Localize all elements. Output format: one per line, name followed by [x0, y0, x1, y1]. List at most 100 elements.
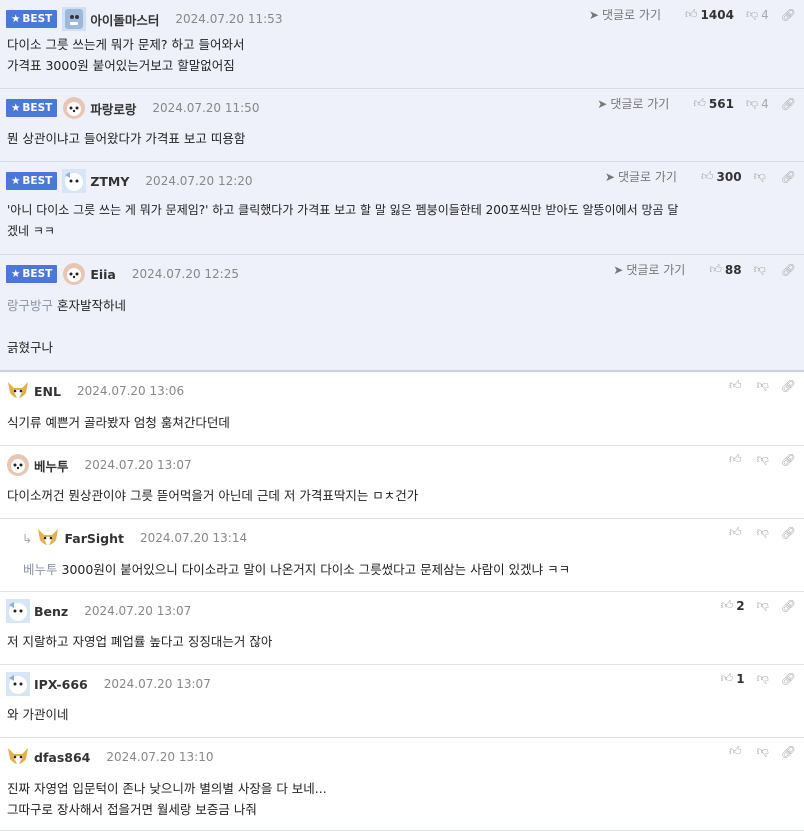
upvote-button[interactable]: 👍︎ 561 [693, 96, 734, 111]
link-icon: 🔗︎ [780, 452, 796, 467]
comment-item: dfas864 2024.07.20 13:10 👍︎ 👎︎ 🔗︎ 진짜 자영업… [0, 738, 804, 831]
share-button[interactable]: 🔗︎ [781, 97, 796, 111]
star-icon: ★ [11, 102, 21, 114]
link-icon: 🔗︎ [780, 525, 796, 540]
arrow-icon: ➤ [604, 169, 615, 184]
downvote-button[interactable]: 👎︎ [757, 744, 769, 759]
thumbs-up-icon: 👍︎ [729, 744, 742, 758]
comment-body: 다이소 그릇 쓰는게 뭐가 문제? 하고 들어와서 가격표 3000원 붙어있는… [7, 37, 245, 73]
comment-body: 베누투 3000원이 붙어있으니 다이소라고 말이 나온거지 다이소 그릇썼다고 … [23, 562, 571, 577]
thumbs-up-icon: 👍︎ [720, 671, 734, 685]
downvote-button[interactable]: 👎︎ 4 [746, 96, 769, 111]
downvote-button[interactable]: 👎︎ 4 [746, 7, 769, 22]
avatar-image [62, 169, 87, 193]
comment-nickname[interactable]: FarSight [64, 531, 124, 546]
comment-nickname[interactable]: IPX-666 [34, 677, 88, 692]
reply-mention[interactable]: 랑구방구 [7, 298, 53, 313]
reply-mention[interactable]: 베누투 [23, 562, 58, 577]
comment-date: 2024.07.20 13:07 [103, 677, 211, 691]
reply-item: ↳ FarSight 2024.07.20 13:14 👍︎ 👎︎ 🔗︎ 베누투… [0, 519, 804, 592]
go-to-reply-link[interactable]: ➤ 댓글로 가기 [605, 168, 677, 185]
share-button[interactable]: 🔗︎ [781, 599, 796, 613]
comment-date: 2024.07.20 13:07 [84, 458, 192, 472]
share-button[interactable]: 🔗︎ [781, 379, 796, 393]
comment-date: 2024.07.20 13:10 [106, 750, 214, 764]
upvote-button[interactable]: 👍︎ [729, 378, 745, 393]
go-to-reply-link[interactable]: ➤ 댓글로 가기 [597, 95, 669, 112]
thumbs-down-icon: 👎︎ [753, 169, 766, 183]
comment-date: 2024.07.20 11:50 [152, 101, 260, 115]
comment-date: 2024.07.20 12:25 [131, 267, 239, 281]
comment-nickname[interactable]: 파랑로랑 [90, 99, 136, 118]
best-badge: ★ BEST [6, 99, 58, 117]
comment-item: Benz 2024.07.20 13:07 👍︎ 2 👎︎ 🔗︎ 저 지랄하고 자… [0, 592, 804, 665]
best-badge: ★ BEST [6, 265, 58, 283]
thumbs-up-icon: 👍︎ [700, 169, 714, 183]
avatar[interactable] [6, 672, 30, 696]
comment-nickname[interactable]: dfas864 [34, 750, 90, 765]
upvote-button[interactable]: 👍︎ 2 [721, 598, 745, 613]
share-button[interactable]: 🔗︎ [781, 745, 796, 759]
thumbs-up-icon: 👍︎ [684, 7, 698, 21]
avatar[interactable] [6, 379, 30, 403]
share-button[interactable]: 🔗︎ [781, 453, 796, 467]
arrow-icon: ➤ [597, 96, 608, 111]
thumbs-down-icon: 👎︎ [745, 96, 759, 110]
avatar[interactable] [62, 169, 87, 193]
comment-nickname[interactable]: 베누투 [34, 456, 69, 475]
downvote-button[interactable]: 👎︎ [757, 525, 769, 540]
link-icon: 🔗︎ [780, 7, 796, 22]
downvote-button[interactable]: 👎︎ [754, 262, 769, 277]
avatar[interactable] [6, 599, 30, 623]
upvote-button[interactable]: 👍︎ 1404 [685, 7, 734, 22]
share-button[interactable]: 🔗︎ [781, 672, 796, 686]
comment-nickname[interactable]: ENL [34, 384, 61, 399]
avatar[interactable] [6, 745, 30, 769]
upvote-button[interactable]: 👍︎ [729, 452, 745, 467]
comment-body: 와 가관이네 [7, 707, 69, 722]
thumbs-up-icon: 👍︎ [693, 96, 706, 110]
comment-date: 2024.07.20 13:06 [76, 384, 185, 398]
downvote-button[interactable]: 👎︎ [757, 598, 769, 613]
upvote-button[interactable]: 👍︎ 1 [721, 671, 745, 686]
share-button[interactable]: 🔗︎ [781, 526, 796, 540]
comment-item: ★ BEST ZTMY 2024.07.20 12:20 ➤ 댓글로 가기 👍︎ 30… [0, 162, 804, 255]
comment-date: 2024.07.20 13:07 [84, 604, 192, 618]
comment-nickname[interactable]: 아이돌마스터 [90, 10, 159, 29]
go-to-reply-link[interactable]: ➤ 댓글로 가기 [613, 261, 685, 278]
link-icon: 🔗︎ [780, 598, 796, 613]
upvote-button[interactable]: 👍︎ [729, 525, 745, 540]
avatar[interactable] [62, 96, 86, 120]
share-button[interactable]: 🔗︎ [781, 170, 796, 184]
thumbs-up-icon: 👍︎ [720, 598, 734, 612]
link-icon: 🔗︎ [780, 671, 796, 686]
upvote-button[interactable]: 👍︎ 300 [701, 169, 742, 184]
thumbs-up-icon: 👍︎ [729, 525, 742, 539]
go-to-reply-link[interactable]: ➤ 댓글로 가기 [589, 6, 661, 23]
arrow-icon: ➤ [588, 7, 599, 22]
avatar[interactable] [62, 262, 86, 286]
comment-body: 저 지랄하고 자영업 폐업률 높다고 징징대는거 잖아 [7, 634, 273, 649]
upvote-count: 2 [736, 598, 745, 613]
upvote-button[interactable]: 👍︎ 88 [709, 262, 741, 277]
comment-item: ★ BEST 아이돌마스터 2024.07.20 11:53 ➤ 댓글로 가기 👍︎… [0, 0, 804, 89]
share-button[interactable]: 🔗︎ [781, 263, 796, 277]
upvote-count: 561 [708, 96, 734, 111]
avatar[interactable] [36, 526, 60, 550]
thumbs-down-icon: 👎︎ [756, 525, 769, 539]
comment-nickname[interactable]: Eiia [90, 267, 116, 282]
thumbs-down-icon: 👎︎ [753, 262, 766, 276]
upvote-button[interactable]: 👍︎ [729, 744, 745, 759]
downvote-button[interactable]: 👎︎ [757, 378, 769, 393]
comment-nickname[interactable]: Benz [34, 604, 68, 619]
downvote-button[interactable]: 👎︎ [754, 169, 769, 184]
avatar[interactable] [62, 7, 87, 31]
arrow-icon: ➤ [613, 262, 624, 277]
comment-body: 식기류 예쁜거 골라봤자 엄청 훔쳐간다던데 [7, 415, 230, 430]
share-button[interactable]: 🔗︎ [781, 8, 796, 22]
avatar[interactable] [6, 453, 30, 477]
comment-nickname[interactable]: ZTMY [90, 174, 129, 189]
upvote-count: 1 [736, 671, 745, 686]
downvote-button[interactable]: 👎︎ [757, 452, 769, 467]
downvote-button[interactable]: 👎︎ [757, 671, 769, 686]
